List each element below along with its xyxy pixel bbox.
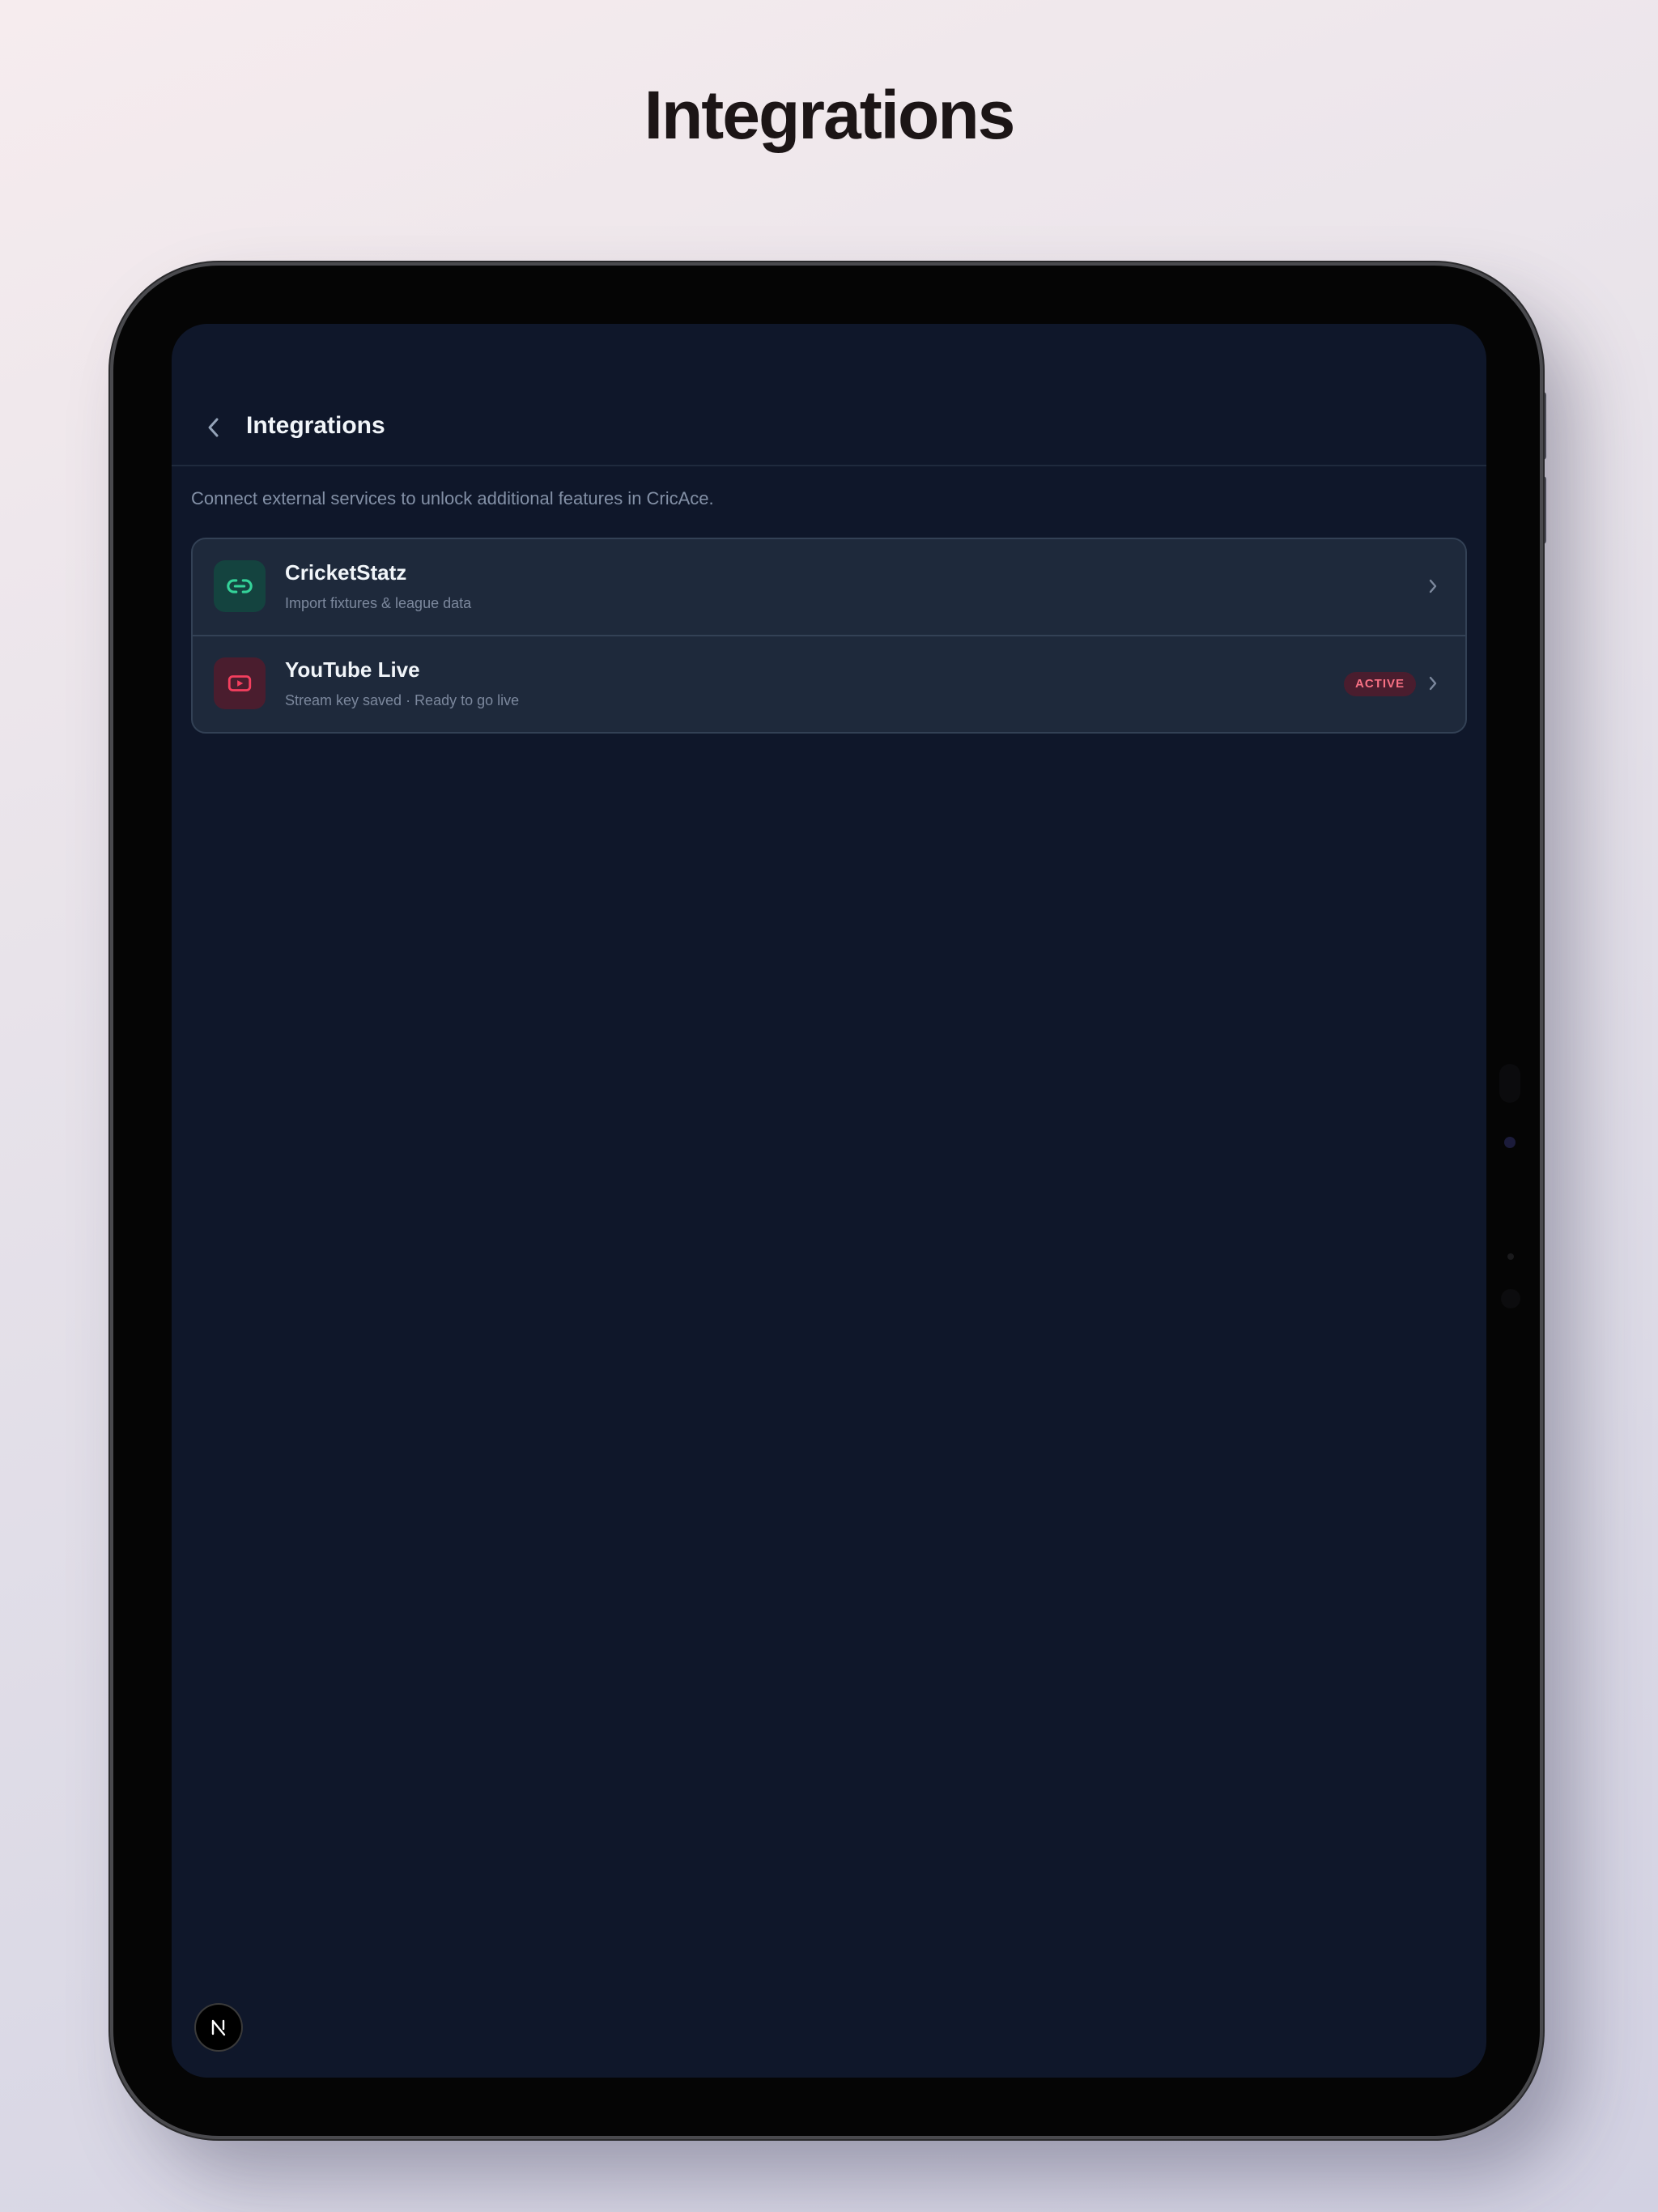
device-volume-up-button — [1540, 392, 1546, 460]
page-title: Integrations — [246, 412, 385, 439]
chevron-left-icon — [208, 418, 219, 437]
tablet-frame: Integrations Connect external services t… — [113, 266, 1540, 2136]
chevron-right-icon — [1422, 573, 1444, 599]
integrations-list: CricketStatz Import fixtures & league da… — [191, 538, 1467, 734]
device-sensor-round — [1501, 1289, 1520, 1308]
link-icon — [227, 579, 253, 593]
app-screen: Integrations Connect external services t… — [172, 324, 1486, 2078]
integration-subtitle: Import fixtures & league data — [285, 595, 472, 611]
device-sensor-small — [1507, 1253, 1514, 1260]
status-badge: ACTIVE — [1344, 672, 1417, 696]
integration-icon-tile — [214, 560, 266, 612]
back-button[interactable] — [194, 408, 233, 447]
integration-row-youtube-live[interactable]: YouTube Live Stream key saved · Ready to… — [193, 636, 1465, 732]
youtube-icon — [227, 675, 252, 691]
nextjs-dev-button[interactable] — [196, 2005, 241, 2050]
device-sensor — [1499, 1064, 1520, 1103]
device-volume-down-button — [1540, 476, 1546, 544]
integration-subtitle: Stream key saved · Ready to go live — [285, 692, 520, 708]
page-headline: Integrations — [644, 77, 1016, 153]
device-camera — [1504, 1137, 1516, 1148]
nextjs-logo-icon — [211, 2019, 226, 2036]
chevron-right-icon — [1422, 670, 1444, 696]
integration-title: YouTube Live — [285, 657, 420, 682]
integration-row-cricketstatz[interactable]: CricketStatz Import fixtures & league da… — [193, 539, 1465, 636]
app-header: Integrations — [172, 397, 1486, 466]
intro-text: Connect external services to unlock addi… — [191, 488, 714, 508]
integration-icon-tile — [214, 657, 266, 709]
integration-title: CricketStatz — [285, 560, 407, 585]
